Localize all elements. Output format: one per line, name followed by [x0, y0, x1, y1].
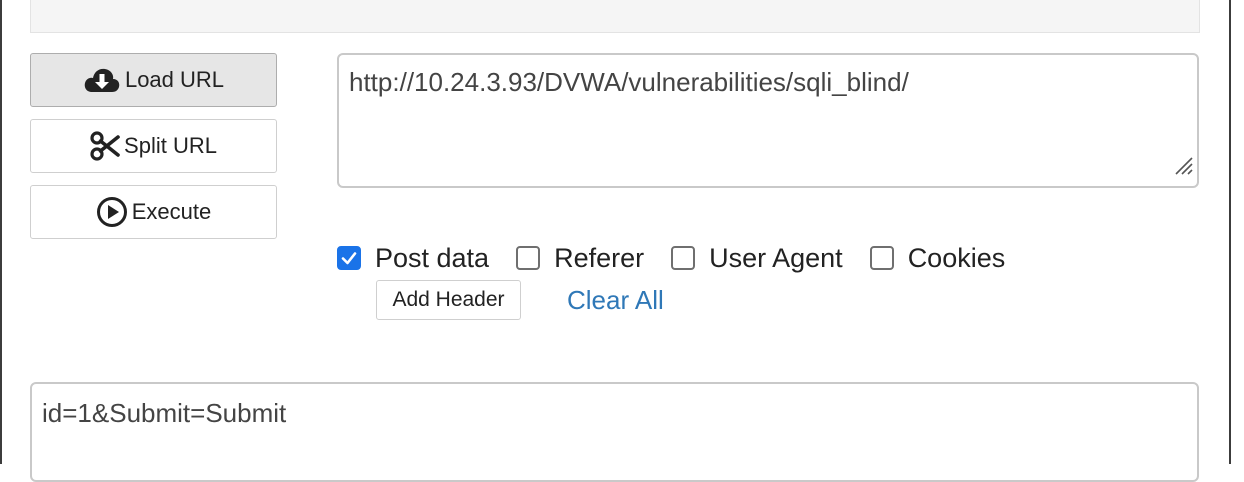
split-url-button[interactable]: Split URL: [30, 119, 277, 173]
cloud-download-icon: [83, 65, 121, 95]
checkmark-icon: [341, 252, 357, 265]
post-data-input[interactable]: id=1&Submit=Submit: [30, 382, 1199, 482]
clear-all-link[interactable]: Clear All: [567, 283, 664, 317]
window-border-right: [1229, 0, 1231, 464]
referer-option[interactable]: Referer: [516, 243, 644, 274]
cookies-option[interactable]: Cookies: [869, 242, 1006, 274]
url-value: http://10.24.3.93/DVWA/vulnerabilities/s…: [349, 67, 909, 97]
cookies-checkbox[interactable]: [869, 246, 894, 270]
cookies-label: Cookies: [907, 242, 1006, 273]
window-border-left: [0, 0, 2, 464]
execute-button[interactable]: Execute: [30, 185, 277, 239]
execute-label: Execute: [131, 199, 212, 224]
user-agent-checkbox[interactable]: [671, 246, 696, 270]
options-row: Post data Referer User Agent Cookies: [337, 240, 1032, 276]
post-data-checkbox[interactable]: [337, 246, 361, 270]
user-agent-option[interactable]: User Agent: [671, 243, 843, 274]
load-url-button[interactable]: Load URL: [30, 53, 277, 107]
user-agent-label: User Agent: [709, 242, 843, 273]
post-data-value: id=1&Submit=Submit: [42, 398, 287, 428]
post-data-option[interactable]: Post data: [337, 243, 489, 274]
referer-label: Referer: [554, 242, 645, 273]
add-header-label: Add Header: [392, 288, 505, 311]
top-panel: [30, 0, 1200, 33]
scissors-icon: [90, 131, 120, 161]
add-header-button[interactable]: Add Header: [376, 280, 521, 320]
referer-checkbox[interactable]: [516, 246, 541, 270]
url-input[interactable]: http://10.24.3.93/DVWA/vulnerabilities/s…: [337, 53, 1199, 188]
play-circle-icon: [96, 196, 128, 228]
split-url-label: Split URL: [124, 133, 217, 158]
resize-grip-icon[interactable]: [1172, 152, 1194, 183]
post-data-label: Post data: [375, 242, 490, 273]
load-url-label: Load URL: [124, 67, 225, 92]
